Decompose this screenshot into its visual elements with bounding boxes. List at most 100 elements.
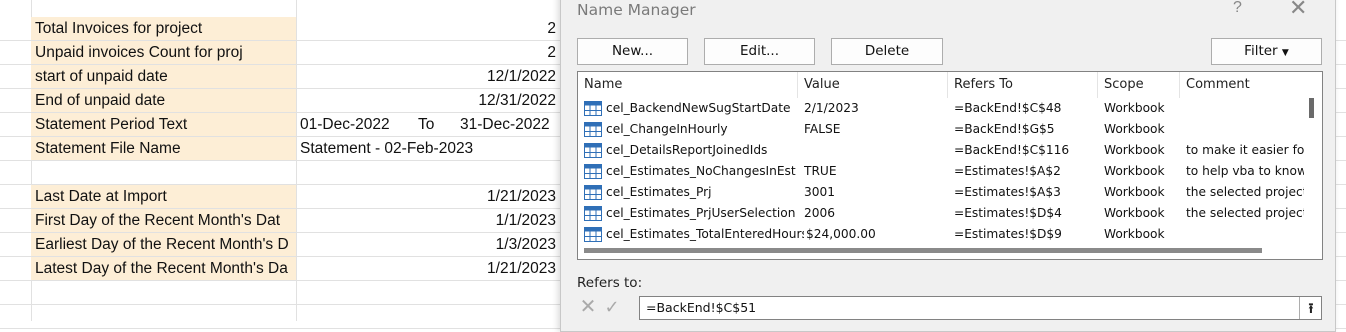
label-cell[interactable]: End of unpaid date [31,89,296,112]
close-icon: ✕ [1289,0,1308,20]
dialog-title: Name Manager [577,1,696,19]
scope-cell: Workbook [1104,101,1165,115]
column-header-name[interactable]: Name [578,72,798,98]
refers-cell: =Estimates!$A$2 [954,164,1061,178]
dropdown-arrow-icon: ▼ [1281,48,1289,58]
scope-cell: Workbook [1104,227,1165,241]
named-range-icon [584,206,602,221]
period-to: 31-Dec-2022 [460,116,550,133]
name-cell: cel_DetailsReportJoinedIds [606,143,768,157]
horizontal-scrollbar-thumb[interactable] [584,248,1262,253]
value-cell[interactable]: 1/21/2023 [296,257,560,280]
value-cell: 2006 [804,206,836,220]
confirm-edit-button[interactable]: ✓ [601,296,623,318]
column-header-value[interactable]: Value [798,72,948,98]
name-manager-dialog[interactable]: Name Manager ? ✕ New... Edit... Delete F… [560,0,1336,332]
list-item[interactable]: cel_BackendNewSugStartDate 2/1/2023 =Bac… [578,98,1300,119]
label-cell[interactable] [31,161,296,184]
refers-cell: =BackEnd!$C$48 [954,101,1062,115]
name-cell: cel_BackendNewSugStartDate [606,101,791,115]
value-cell[interactable]: 12/1/2022 [296,65,560,88]
edit-button-label: Edit... [739,43,780,59]
comment-cell: to help vba to know [1186,164,1304,178]
list-item[interactable]: cel_Estimates_Prj 3001 =Estimates!$A$3 W… [578,182,1304,203]
statement-period-cell[interactable]: 01-Dec-2022 To 31-Dec-2022 [296,113,560,136]
named-range-icon [584,185,602,200]
column-header-scope[interactable]: Scope [1098,72,1180,98]
scope-cell: Workbook [1104,164,1165,178]
named-range-icon [584,101,602,116]
value-cell[interactable]: 1/1/2023 [296,209,560,232]
list-item[interactable]: cel_Estimates_NoChangesInEsti... TRUE =E… [578,161,1304,182]
named-range-icon [584,122,602,137]
filter-button-label: Filter [1244,43,1278,59]
column-header-comment[interactable]: Comment [1180,72,1308,98]
refers-cell: =BackEnd!$C$116 [954,143,1070,157]
value-cell[interactable]: 12/31/2022 [296,89,560,112]
refers-cell: =Estimates!$D$9 [954,227,1062,241]
list-item[interactable]: cel_ChangeInHourly FALSE =BackEnd!$G$5 W… [578,119,1300,140]
value-cell[interactable]: 2 [296,41,560,64]
scope-cell: Workbook [1104,185,1165,199]
comment-cell: to make it easier for [1186,143,1304,157]
edit-button[interactable]: Edit... [704,38,815,65]
cancel-edit-button[interactable]: ✕ [577,296,599,318]
value-cell[interactable]: Statement - 02-Feb-2023 [296,137,560,160]
checkmark-icon: ✓ [604,297,620,317]
value-cell: FALSE [804,122,841,136]
new-button-label: New... [611,43,654,59]
value-cell[interactable]: 1/3/2023 [296,233,560,256]
new-button[interactable]: New... [577,38,688,65]
value-cell: TRUE [804,164,837,178]
list-item[interactable]: cel_Estimates_PrjUserSelection 2006 =Est… [578,203,1304,224]
delete-button-label: Delete [864,43,910,59]
label-cell[interactable]: Latest Day of the Recent Month's Da [31,257,296,280]
value-cell[interactable] [296,161,560,184]
collapse-dialog-button[interactable]: ⭱ [1299,297,1322,319]
comment-cell: the selected project [1186,206,1304,220]
refers-cell: =Estimates!$A$3 [954,185,1061,199]
name-cell: cel_Estimates_Prj [606,185,712,199]
scope-cell: Workbook [1104,206,1165,220]
period-to-word: To [418,116,435,133]
label-cell[interactable]: Last Date at Import [31,185,296,208]
name-cell: cel_Estimates_PrjUserSelection [606,206,796,220]
upload-arrow-icon: ⭱ [1308,300,1314,316]
label-cell[interactable]: Unpaid invoices Count for proj [31,41,296,64]
delete-button[interactable]: Delete [831,38,943,65]
name-cell: cel_Estimates_TotalEnteredHours [606,227,804,241]
name-cell: cel_ChangeInHourly [606,122,728,136]
named-range-icon [584,164,602,179]
value-cell[interactable]: 1/21/2023 [296,185,560,208]
value-cell: $24,000.00 [806,227,876,241]
scope-cell: Workbook [1104,122,1165,136]
label-cell[interactable]: Total Invoices for project [31,17,296,40]
value-cell: 3001 [804,185,836,199]
value-cell: 2/1/2023 [804,101,859,115]
list-item[interactable]: cel_DetailsReportJoinedIds =BackEnd!$C$1… [578,140,1304,161]
label-cell[interactable]: Earliest Day of the Recent Month's D [31,233,296,256]
scope-cell: Workbook [1104,143,1165,157]
period-from: 01-Dec-2022 [300,116,390,133]
label-cell[interactable]: start of unpaid date [31,65,296,88]
label-cell[interactable]: First Day of the Recent Month's Dat [31,209,296,232]
help-button[interactable]: ? [1233,0,1242,17]
vertical-scrollbar-thumb[interactable] [1309,98,1314,118]
names-list[interactable]: Name Value Refers To Scope Comment cel_B… [577,71,1323,260]
named-range-icon [584,227,602,242]
comment-cell: the selected project [1186,185,1304,199]
refers-cell: =BackEnd!$G$5 [954,122,1055,136]
close-button[interactable]: ✕ [1289,0,1307,21]
cancel-x-icon: ✕ [579,296,597,318]
refers-to-input[interactable]: =BackEnd!$C$51 [639,296,1322,320]
list-item[interactable]: cel_Estimates_TotalEnteredHours $24,000.… [578,224,1300,245]
label-cell[interactable]: Statement Period Text [31,113,296,136]
column-header-refers-to[interactable]: Refers To [948,72,1098,98]
name-cell: cel_Estimates_NoChangesInEsti... [606,164,796,178]
label-cell[interactable]: Statement File Name [31,137,296,160]
refers-to-label: Refers to: [577,275,643,291]
filter-button[interactable]: Filter ▼ [1211,38,1322,65]
named-range-icon [584,143,602,158]
refers-cell: =Estimates!$D$4 [954,206,1062,220]
value-cell[interactable]: 2 [296,17,560,40]
